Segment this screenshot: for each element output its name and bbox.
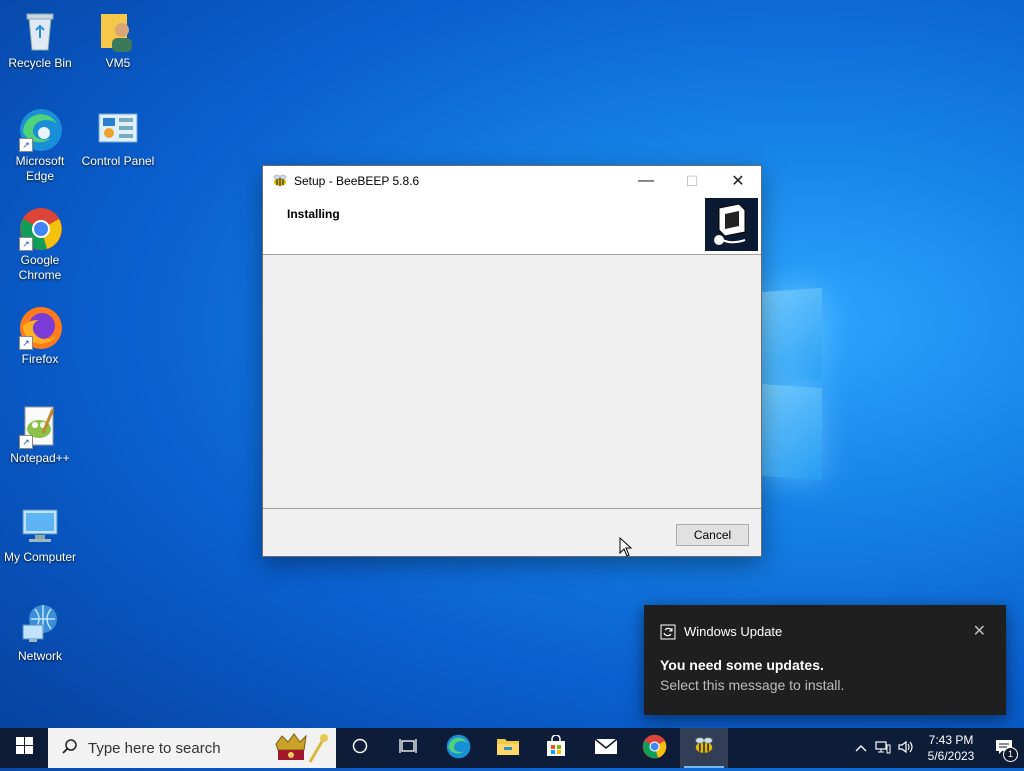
mouse-cursor-icon	[619, 536, 633, 562]
taskbar-edge[interactable]	[434, 728, 482, 768]
show-hidden-icons-chevron-up-icon[interactable]	[850, 741, 872, 755]
beebeep-bee-icon	[272, 173, 288, 189]
desktop-icon-label: My Computer	[3, 550, 77, 564]
cortana-circle-icon	[352, 738, 368, 759]
chrome-icon: ↗	[17, 205, 63, 251]
cortana-button[interactable]	[336, 728, 384, 768]
setup-window-titlebar[interactable]: Setup - BeeBEEP 5.8.6 — ☐ ✕	[263, 166, 761, 196]
desktop-icon-label: Recycle Bin	[8, 56, 72, 70]
firefox-icon: ↗	[17, 304, 63, 350]
control-panel-icon	[95, 106, 141, 152]
maximize-button: ☐	[685, 172, 699, 189]
start-button[interactable]	[0, 728, 48, 768]
recycle-bin-icon	[17, 8, 63, 54]
search-placeholder: Type here to search	[88, 739, 221, 757]
computer-icon	[17, 502, 63, 548]
desktop-icon-recycle-bin[interactable]: Recycle Bin	[0, 8, 80, 71]
task-view-button[interactable]	[384, 728, 432, 768]
window-title: Setup - BeeBEEP 5.8.6	[294, 174, 420, 188]
minimize-button[interactable]: —	[623, 166, 669, 196]
network-tray-icon[interactable]	[872, 740, 894, 757]
edge-icon	[445, 733, 471, 764]
desktop-icon-notepadpp[interactable]: ↗ Notepad++	[0, 403, 80, 466]
shortcut-arrow-icon: ↗	[19, 237, 33, 251]
install-progress-area	[263, 255, 761, 509]
toast-body: Select this message to install.	[660, 677, 845, 693]
taskbar-store[interactable]	[532, 728, 580, 768]
toast-app-name: Windows Update	[684, 624, 783, 639]
desktop-icon-chrome[interactable]: ↗ Google Chrome	[0, 205, 80, 283]
beebeep-bee-icon	[692, 735, 716, 762]
installer-computer-icon	[705, 198, 758, 251]
cancel-button[interactable]: Cancel	[676, 524, 749, 546]
desktop-icon-firefox[interactable]: ↗ Firefox	[0, 304, 80, 367]
chrome-icon	[641, 733, 667, 764]
search-highlight-icon	[270, 730, 330, 771]
desktop-icon-label: Microsoft Edge	[15, 154, 65, 183]
action-center-button[interactable]: 1	[984, 728, 1024, 768]
shortcut-arrow-icon: ↗	[19, 435, 33, 449]
notification-count-badge: 1	[1003, 747, 1018, 762]
clock-date: 5/6/2023	[927, 749, 975, 763]
taskbar-file-explorer[interactable]	[484, 728, 532, 768]
taskbar-chrome[interactable]	[630, 728, 678, 768]
taskbar-clock[interactable]: 7:43 PM 5/6/2023	[918, 732, 984, 764]
taskbar-search-box[interactable]: Type here to search	[48, 728, 336, 768]
notepadpp-icon: ↗	[17, 403, 63, 449]
network-icon	[17, 601, 63, 647]
desktop-icon-label: Notepad++	[10, 451, 70, 465]
windows-update-icon	[660, 624, 676, 640]
shortcut-arrow-icon: ↗	[19, 336, 33, 350]
task-view-icon	[399, 738, 417, 759]
search-icon	[62, 738, 78, 759]
desktop-icon-my-computer[interactable]: My Computer	[0, 502, 80, 565]
edge-icon: ↗	[17, 106, 63, 152]
desktop-icon-label: VM5	[105, 56, 131, 70]
taskbar-mail[interactable]	[582, 728, 630, 768]
shortcut-arrow-icon: ↗	[19, 138, 33, 152]
volume-icon[interactable]	[894, 740, 918, 757]
setup-header: Installing	[263, 196, 761, 255]
desktop-icon-vm5[interactable]: VM5	[78, 8, 158, 71]
desktop-icon-edge[interactable]: ↗ Microsoft Edge	[0, 106, 80, 184]
clock-time: 7:43 PM	[928, 733, 974, 747]
windows-logo-icon	[15, 737, 33, 759]
desktop-icon-label: Google Chrome	[18, 253, 62, 282]
taskbar-beebeep-setup[interactable]	[680, 728, 728, 768]
desktop-icon-label: Control Panel	[81, 154, 155, 168]
desktop-icon-control-panel[interactable]: Control Panel	[78, 106, 158, 169]
taskbar: Type here to search 7:43 PM 5/6/2023 1	[0, 728, 1024, 768]
toast-title: You need some updates.	[660, 657, 824, 673]
system-tray: 7:43 PM 5/6/2023 1	[850, 728, 1024, 768]
user-folder-icon	[95, 8, 141, 54]
windows-update-toast[interactable]: Windows Update ✕ You need some updates. …	[644, 605, 1006, 715]
mail-icon	[594, 737, 618, 760]
toast-close-button[interactable]: ✕	[973, 621, 986, 641]
store-bag-icon	[545, 733, 567, 762]
desktop-icon-network[interactable]: Network	[0, 601, 80, 664]
close-button[interactable]: ✕	[715, 166, 761, 196]
footer-divider	[263, 508, 761, 509]
desktop-icon-label: Network	[17, 649, 62, 663]
desktop-icon-label: Firefox	[21, 352, 59, 366]
page-title: Installing	[287, 207, 340, 221]
folder-icon	[496, 736, 520, 761]
setup-window[interactable]: Setup - BeeBEEP 5.8.6 — ☐ ✕ Installing C…	[262, 165, 762, 557]
